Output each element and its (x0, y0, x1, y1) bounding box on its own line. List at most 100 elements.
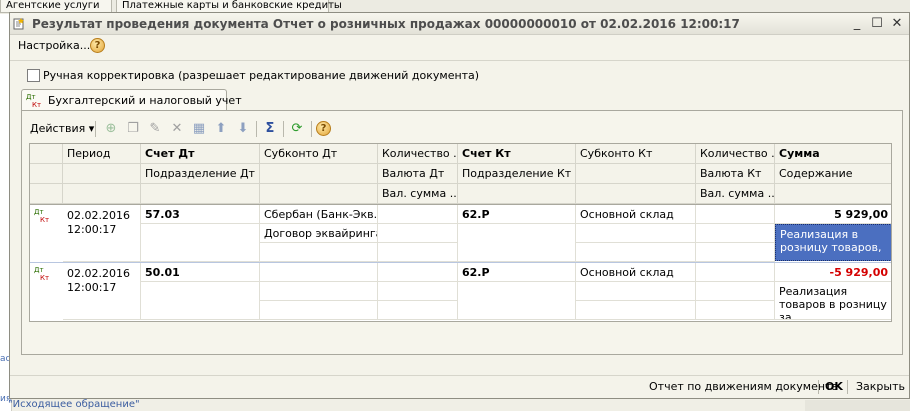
background-strip (805, 400, 910, 411)
currency-sum-kt-cell[interactable] (696, 243, 775, 262)
subconto-kt-cell[interactable]: Основной склад (576, 205, 696, 224)
period-time: 12:00:17 (67, 223, 117, 236)
period-cell[interactable]: 02.02.2016 12:00:17 (63, 263, 141, 320)
subconto-kt-cell[interactable]: Основной склад (576, 263, 696, 282)
subconto-dt-cell[interactable]: Договор эквайринга (260, 224, 378, 243)
currency-dt-cell[interactable] (378, 224, 458, 243)
header-currency-sum-dt[interactable]: Вал. сумма ... (378, 184, 458, 204)
sum-icon[interactable]: Σ (262, 121, 278, 137)
maximize-icon[interactable]: ☐ (869, 16, 885, 32)
header-subconto-dt[interactable]: Субконто Дт (260, 144, 378, 164)
move-up-icon[interactable]: ⬆ (213, 121, 229, 137)
header-account-dt[interactable]: Счет Дт (141, 144, 260, 164)
content-cell[interactable]: Реализация в розницу товаров, ... (775, 224, 891, 261)
quantity-dt-cell[interactable] (378, 263, 458, 282)
header-division-kt[interactable]: Подразделение Кт (458, 164, 576, 184)
svg-text:Кт: Кт (32, 101, 41, 108)
svg-text:Дт: Дт (34, 208, 44, 216)
subconto-kt-cell[interactable] (576, 224, 696, 243)
subconto-kt-cell[interactable] (576, 301, 696, 320)
header-currency-sum-kt[interactable]: Вал. сумма ... (696, 184, 775, 204)
header-account-kt[interactable]: Счет Кт (458, 144, 576, 164)
close-icon[interactable]: ✕ (889, 16, 905, 32)
subconto-dt-cell[interactable]: Сбербан (Банк-Экв... (260, 205, 378, 224)
svg-text:Кт: Кт (40, 216, 49, 223)
subconto-dt-cell[interactable] (260, 282, 378, 301)
quantity-kt-cell[interactable] (696, 263, 775, 282)
header-icon-cell (30, 144, 63, 164)
table-header-row: Период Счет Дт Субконто Дт Количество ..… (30, 144, 891, 164)
division-kt-cell[interactable] (458, 224, 576, 262)
settings-button[interactable]: Настройка... (15, 37, 93, 55)
header-subconto-kt[interactable]: Субконто Кт (576, 144, 696, 164)
background-outgoing-link[interactable]: "Исходящее обращение" (8, 399, 140, 410)
header-currency-dt[interactable]: Валюта Дт (378, 164, 458, 184)
header-period[interactable]: Период (63, 144, 141, 164)
currency-kt-cell[interactable] (696, 224, 775, 243)
header-blank (576, 164, 696, 184)
divider (10, 60, 909, 61)
quantity-kt-cell[interactable] (696, 205, 775, 224)
account-kt-cell[interactable]: 62.Р (458, 205, 576, 224)
quantity-dt-cell[interactable] (378, 205, 458, 224)
sum-cell[interactable]: -5 929,00 (775, 263, 891, 282)
division-kt-cell[interactable] (458, 282, 576, 320)
svg-text:Дт: Дт (26, 93, 36, 101)
move-down-icon[interactable]: ⬇ (235, 121, 251, 137)
ok-button[interactable]: OK (825, 380, 843, 393)
help-icon[interactable]: ? (90, 38, 105, 53)
header-currency-kt[interactable]: Валюта Кт (696, 164, 775, 184)
account-dt-cell[interactable]: 50.01 (141, 263, 260, 282)
period-date: 02.02.2016 (67, 209, 130, 222)
minimize-icon[interactable]: _ (849, 16, 865, 32)
currency-kt-cell[interactable] (696, 282, 775, 301)
help-icon[interactable]: ? (316, 121, 331, 136)
tab-accounting-tax[interactable]: Дт Кт Бухгалтерский и налоговый учет (21, 89, 242, 111)
edit-icon[interactable]: ✎ (147, 121, 163, 137)
subconto-dt-cell[interactable] (260, 301, 378, 320)
sum-cell[interactable]: 5 929,00 (775, 205, 891, 224)
posting-result-window: Результат проведения документа Отчет о р… (9, 12, 910, 399)
header-blank (63, 164, 141, 184)
delete-icon[interactable]: ✕ (169, 121, 185, 137)
header-division-dt[interactable]: Подразделение Дт (141, 164, 260, 184)
movements-report-button[interactable]: Отчет по движениям документа (649, 380, 838, 393)
currency-sum-kt-cell[interactable] (696, 301, 775, 320)
postings-table: Период Счет Дт Субконто Дт Количество ..… (29, 143, 892, 322)
currency-dt-cell[interactable] (378, 282, 458, 301)
division-dt-cell[interactable] (141, 282, 260, 320)
title-bar[interactable]: Результат проведения документа Отчет о р… (10, 13, 909, 35)
svg-text:Кт: Кт (40, 274, 49, 281)
header-blank (458, 184, 576, 204)
header-quantity-dt[interactable]: Количество ... (378, 144, 458, 164)
post-icon[interactable]: ▦ (191, 121, 207, 137)
refresh-icon[interactable]: ⟳ (289, 121, 305, 137)
currency-sum-dt-cell[interactable] (378, 301, 458, 320)
content-cell[interactable]: Реализация товаров в розницу за ... (775, 282, 891, 320)
doc-posting-icon (13, 18, 24, 30)
subconto-kt-cell[interactable] (576, 282, 696, 301)
subconto-kt-cell[interactable] (576, 243, 696, 262)
header-sum[interactable]: Сумма (775, 144, 891, 164)
header-blank (63, 184, 141, 204)
division-dt-cell[interactable] (141, 224, 260, 262)
add-icon[interactable]: ⊕ (103, 121, 119, 137)
header-content[interactable]: Содержание (775, 164, 891, 184)
status-separator (818, 380, 819, 394)
table-header-row: Подразделение Дт Валюта Дт Подразделение… (30, 164, 891, 184)
header-quantity-kt[interactable]: Количество ... (696, 144, 775, 164)
dt-kt-icon: Дт Кт (26, 93, 41, 108)
copy-icon[interactable]: ❐ (125, 121, 141, 137)
period-cell[interactable]: 02.02.2016 12:00:17 (63, 205, 141, 262)
header-icon-cell (30, 164, 63, 184)
close-button[interactable]: Закрыть (856, 380, 905, 393)
manual-edit-checkbox[interactable] (27, 69, 40, 82)
subconto-dt-cell[interactable] (260, 263, 378, 282)
account-kt-cell[interactable]: 62.Р (458, 263, 576, 282)
currency-sum-dt-cell[interactable] (378, 243, 458, 262)
account-dt-cell[interactable]: 57.03 (141, 205, 260, 224)
period-date: 02.02.2016 (67, 267, 130, 280)
actions-menu[interactable]: Действия ▾ (30, 120, 94, 138)
toolbar-separator (95, 121, 96, 137)
subconto-dt-cell[interactable] (260, 243, 378, 262)
